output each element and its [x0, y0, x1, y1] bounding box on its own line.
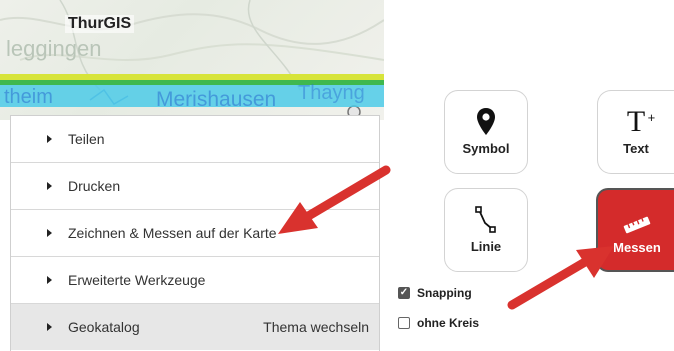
symbol-tool-label: Symbol: [462, 141, 510, 156]
polyline-icon: [474, 199, 498, 235]
text-tool-label: Text: [623, 141, 649, 156]
map-place-label: theim: [4, 86, 53, 108]
menu-item-label: Teilen: [68, 131, 105, 147]
caret-right-icon: [47, 182, 52, 190]
menu-item-teilen[interactable]: Teilen: [11, 116, 379, 163]
messen-tool-button[interactable]: Messen: [596, 188, 674, 272]
map-place-label: Merishausen: [156, 88, 277, 111]
snapping-label: Snapping: [417, 286, 472, 300]
ohne-kreis-option[interactable]: ohne Kreis: [398, 316, 479, 330]
caret-right-icon: [47, 276, 52, 284]
menu-item-drucken[interactable]: Drucken: [11, 163, 379, 210]
menu-item-label: Erweiterte Werkzeuge: [68, 272, 206, 288]
ohne-kreis-checkbox[interactable]: [398, 317, 410, 329]
text-plus-icon: T +: [626, 105, 656, 138]
linie-tool-label: Linie: [470, 239, 502, 254]
tools-menu: Teilen Drucken Zeichnen & Messen auf der…: [10, 115, 380, 351]
menu-item-erweiterte-werkzeuge[interactable]: Erweiterte Werkzeuge: [11, 257, 379, 304]
caret-right-icon: [47, 229, 52, 237]
ohne-kreis-label: ohne Kreis: [417, 316, 480, 330]
map-place-label: leggingen: [6, 36, 102, 61]
map-view[interactable]: leggingen theim Merishausen Thayng ThurG…: [0, 0, 384, 120]
menu-item-label: Geokatalog: [68, 319, 140, 335]
snapping-option[interactable]: ✓ Snapping: [398, 286, 472, 300]
thema-wechseln-link[interactable]: Thema wechseln: [263, 319, 369, 335]
snapping-checkbox[interactable]: ✓: [398, 287, 410, 299]
text-tool-button[interactable]: T + Text: [597, 90, 674, 174]
map-pin-icon: [476, 101, 496, 137]
caret-right-icon: [47, 323, 52, 331]
messen-tool-label: Messen: [613, 240, 661, 255]
left-panel: leggingen theim Merishausen Thayng ThurG…: [0, 0, 384, 351]
menu-item-label: Drucken: [68, 178, 121, 194]
menu-item-label: Zeichnen & Messen auf der Karte: [68, 225, 277, 241]
map-place-label: Thayng: [298, 82, 365, 104]
caret-right-icon: [47, 135, 52, 143]
app-title: ThurGIS: [65, 15, 135, 33]
menu-item-zeichnen-messen[interactable]: Zeichnen & Messen auf der Karte: [11, 210, 379, 257]
ruler-icon: [622, 200, 652, 236]
symbol-tool-button[interactable]: Symbol: [444, 90, 528, 174]
menu-item-geokatalog[interactable]: Geokatalog Thema wechseln: [11, 304, 379, 350]
linie-tool-button[interactable]: Linie: [444, 188, 528, 272]
